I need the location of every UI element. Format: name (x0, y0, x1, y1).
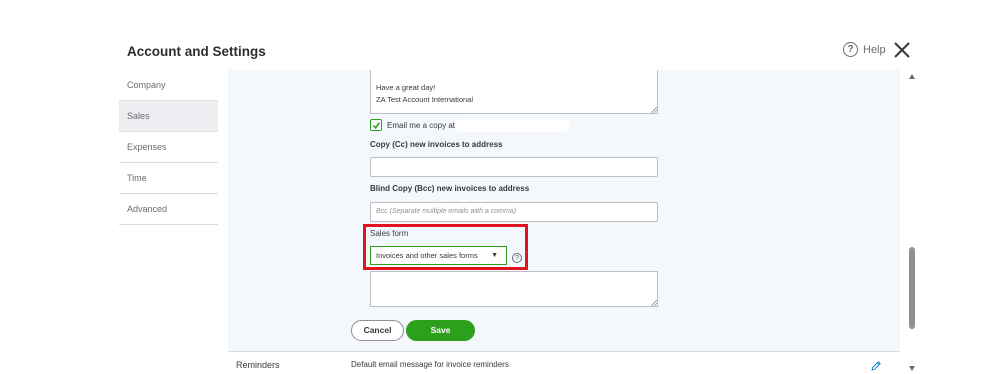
dropdown-arrow-icon: ▼ (491, 252, 498, 259)
pencil-icon[interactable] (870, 360, 882, 372)
sidebar-item-sales[interactable]: Sales (119, 101, 218, 132)
help-label: Help (863, 43, 886, 56)
resize-grip-icon[interactable] (650, 299, 657, 306)
sidebar-item-expenses[interactable]: Expenses (119, 132, 218, 163)
cancel-button[interactable]: Cancel (351, 320, 404, 341)
sales-form-selected-value: Invoices and other sales forms (376, 251, 478, 260)
scroll-up-arrow-icon[interactable] (909, 74, 915, 79)
message-line: ZA Test Account International (376, 95, 474, 104)
sales-form-select[interactable]: Invoices and other sales forms ▼ (370, 246, 507, 265)
bcc-input[interactable]: Bcc (Separate multiple emails with a com… (370, 202, 658, 222)
cc-input[interactable] (370, 157, 658, 177)
scrollbar-thumb[interactable] (909, 247, 915, 329)
page-title: Account and Settings (127, 44, 266, 59)
help-link[interactable]: ? Help (843, 42, 886, 57)
sidebar-item-time[interactable]: Time (119, 163, 218, 194)
section-divider (228, 351, 900, 352)
help-icon: ? (843, 42, 858, 57)
sales-form-message-textarea[interactable] (370, 271, 658, 307)
reminders-description: Default email message for invoice remind… (351, 360, 509, 369)
checkmark-icon (372, 121, 380, 129)
settings-sidebar: Company Sales Expenses Time Advanced (119, 70, 218, 225)
redacted-email (455, 119, 569, 132)
resize-grip-icon[interactable] (650, 106, 657, 113)
bcc-label: Blind Copy (Bcc) new invoices to address (370, 184, 530, 193)
reminders-label: Reminders (236, 360, 280, 370)
sidebar-item-advanced[interactable]: Advanced (119, 194, 218, 225)
cc-label: Copy (Cc) new invoices to address (370, 140, 503, 149)
info-icon[interactable]: ? (512, 253, 522, 263)
sales-form-label: Sales form (370, 229, 409, 238)
message-line: Have a great day! (376, 83, 436, 92)
email-copy-checkbox[interactable] (370, 119, 382, 131)
save-button[interactable]: Save (406, 320, 475, 341)
close-icon[interactable] (892, 40, 912, 60)
email-copy-label: Email me a copy at (387, 121, 456, 130)
scroll-down-arrow-icon[interactable] (909, 366, 915, 371)
email-message-textarea[interactable]: Have a great day! ZA Test Account Intern… (370, 70, 658, 114)
sidebar-item-company[interactable]: Company (119, 70, 218, 101)
